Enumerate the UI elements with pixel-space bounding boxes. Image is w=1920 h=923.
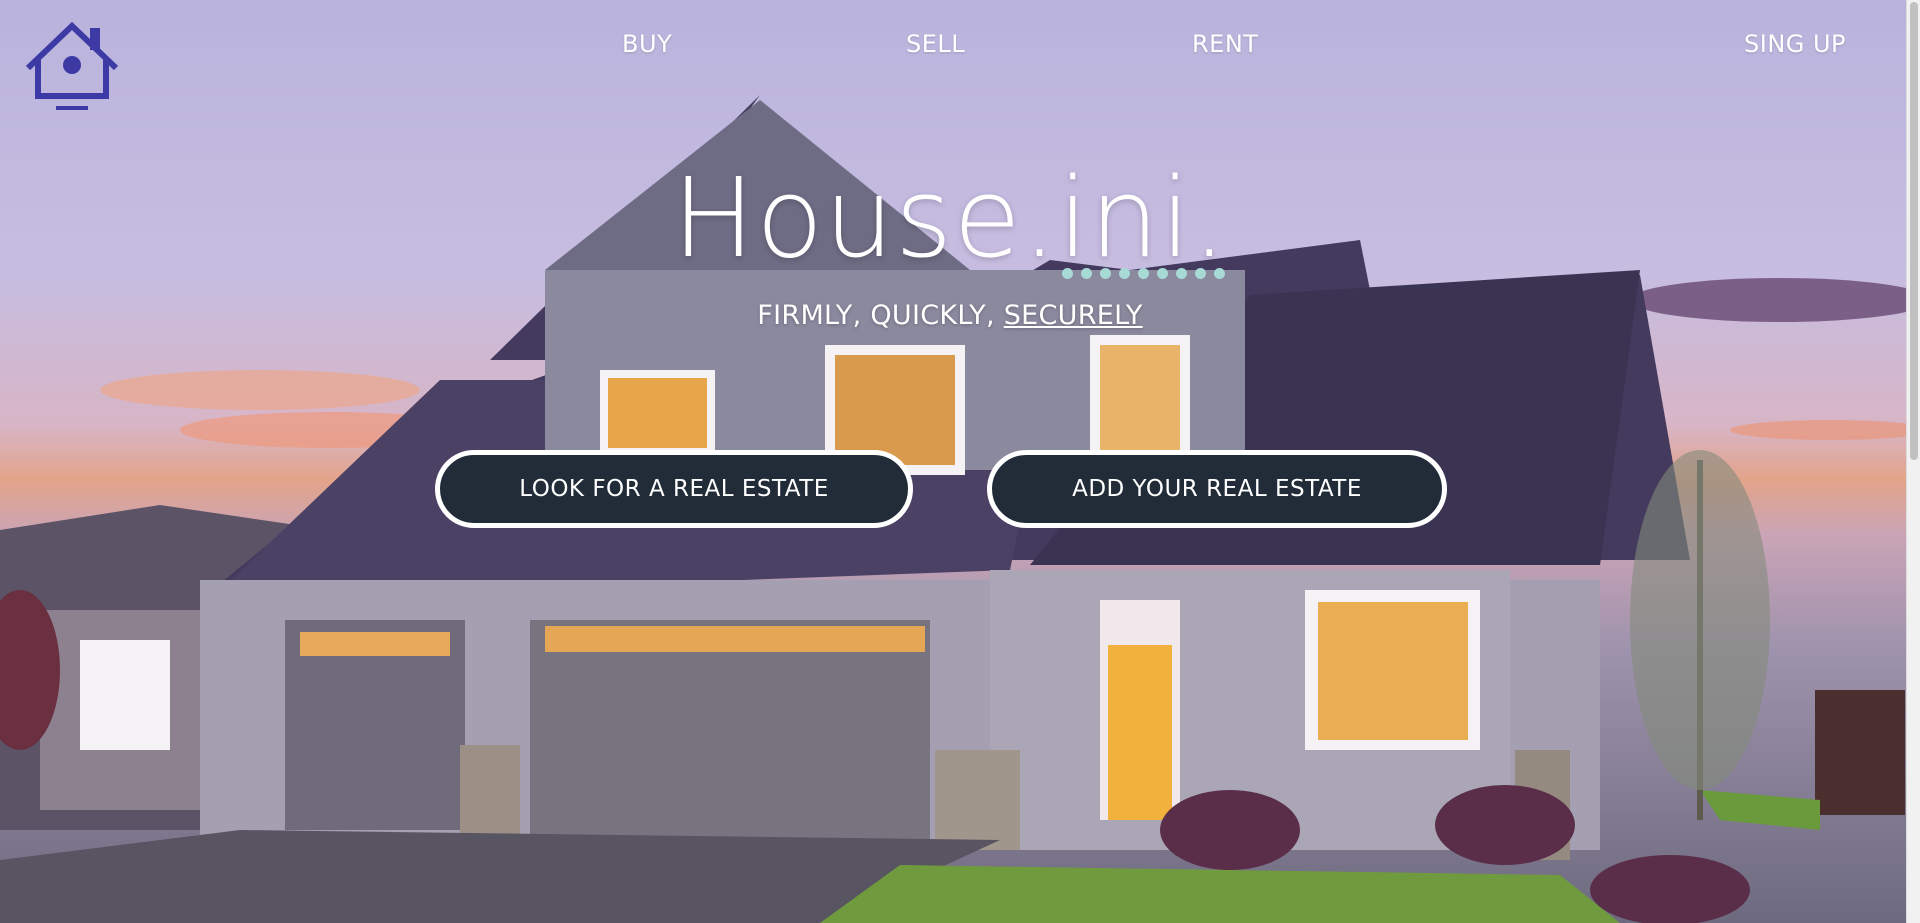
tagline-text: FIRMLY, QUICKLY, <box>757 300 1004 331</box>
nav-rent-link[interactable]: RENT <box>1192 30 1258 58</box>
landing-page: BUY SELL RENT SING UP House.ini. FIRMLY,… <box>0 0 1920 923</box>
logo-house-icon[interactable] <box>24 21 120 114</box>
tagline: FIRMLY, QUICKLY, SECURELY <box>0 300 1900 331</box>
nav-signup-link[interactable]: SING UP <box>1744 30 1846 58</box>
tagline-underlined-word: SECURELY <box>1003 300 1143 331</box>
title-dots-decoration <box>1062 268 1225 279</box>
nav-sell-link[interactable]: SELL <box>906 30 965 58</box>
scrollbar-thumb[interactable] <box>1910 2 1918 460</box>
page-scrollbar[interactable] <box>1906 0 1920 923</box>
brand-title: House.ini. <box>672 154 1228 282</box>
hero-background-image <box>0 0 1920 923</box>
nav-buy-link[interactable]: BUY <box>622 30 672 58</box>
house-icon <box>25 21 119 110</box>
add-real-estate-button[interactable]: ADD YOUR REAL ESTATE <box>987 450 1447 528</box>
look-for-real-estate-button[interactable]: LOOK FOR A REAL ESTATE <box>435 450 913 528</box>
